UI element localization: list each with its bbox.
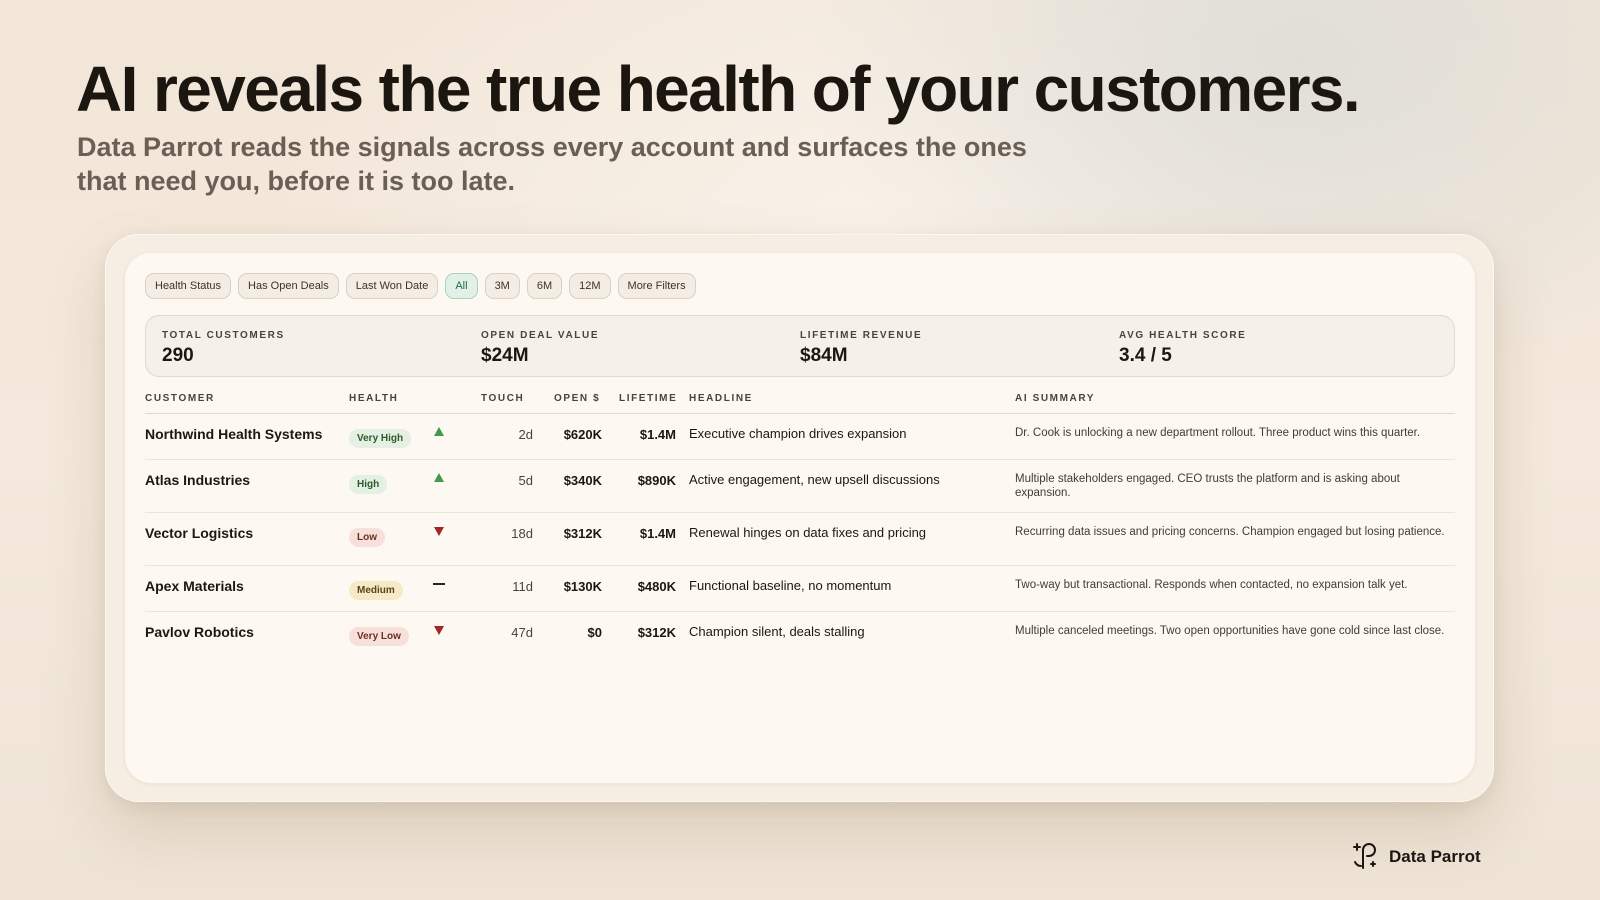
headline: Active engagement, new upsell discussion… — [689, 472, 940, 487]
column-header-touch[interactable]: TOUCH — [481, 393, 524, 404]
trend-down-icon — [432, 524, 446, 538]
filter-range-12m[interactable]: 12M — [569, 273, 611, 299]
brand-logo[interactable]: Data Parrot — [1351, 838, 1481, 875]
last-touch: 18d — [511, 526, 533, 541]
ai-summary: Multiple canceled meetings. Two open opp… — [1015, 625, 1445, 637]
filter-last-won-date[interactable]: Last Won Date — [345, 273, 439, 299]
trend-down-icon — [432, 623, 446, 637]
filter-bar: Health Status Has Open Deals Last Won Da… — [145, 273, 696, 299]
parrot-logo-icon — [1351, 838, 1381, 875]
column-header-headline[interactable]: HEADLINE — [689, 393, 753, 404]
stat-open-deal-value: OPEN DEAL VALUE $24M — [481, 330, 599, 367]
brand-name: Data Parrot — [1389, 846, 1481, 866]
ai-summary: Two-way but transactional. Responds when… — [1015, 579, 1408, 591]
open-deal-value: $0 — [587, 625, 602, 640]
filter-more-filters[interactable]: More Filters — [617, 273, 696, 299]
stat-avg-health-score: AVG HEALTH SCORE 3.4 / 5 — [1119, 330, 1246, 367]
stats-summary: TOTAL CUSTOMERS 290 OPEN DEAL VALUE $24M… — [145, 315, 1455, 377]
health-badge: High — [349, 475, 388, 494]
customer-name[interactable]: Northwind Health Systems — [145, 426, 322, 442]
stat-label: OPEN DEAL VALUE — [481, 330, 600, 341]
hero-subtitle: Data Parrot reads the signals across eve… — [77, 132, 1027, 196]
health-badge: Medium — [349, 581, 403, 600]
column-header-ai-summary[interactable]: AI SUMMARY — [1015, 393, 1095, 404]
open-deal-value: $312K — [563, 526, 602, 541]
customer-name[interactable]: Pavlov Robotics — [145, 624, 254, 640]
stat-label: TOTAL CUSTOMERS — [162, 330, 285, 341]
table-row[interactable]: Pavlov Robotics Very Low 47d $0 $312K Ch… — [145, 612, 1455, 665]
hero-title: AI reveals the true health of your custo… — [76, 53, 1361, 125]
stat-value: 290 — [162, 345, 194, 366]
open-deal-value: $340K — [563, 473, 602, 488]
column-header-customer[interactable]: CUSTOMER — [145, 393, 215, 404]
filter-health-status[interactable]: Health Status — [145, 273, 232, 299]
headline: Executive champion drives expansion — [689, 426, 907, 441]
stat-value: $24M — [481, 345, 529, 366]
customer-name[interactable]: Apex Materials — [145, 578, 244, 594]
stat-value: $84M — [800, 345, 848, 366]
lifetime-revenue: $1.4M — [639, 427, 676, 442]
trend-up-icon — [432, 425, 446, 439]
lifetime-revenue: $312K — [637, 625, 676, 640]
last-touch: 47d — [511, 625, 533, 640]
trend-up-icon — [432, 471, 446, 485]
ai-summary: Dr. Cook is unlocking a new department r… — [1015, 427, 1421, 439]
table-header: CUSTOMER HEALTH TOUCH OPEN $ LIFETIME HE… — [145, 392, 1455, 414]
stat-label: AVG HEALTH SCORE — [1119, 330, 1247, 341]
open-deal-value: $620K — [563, 427, 602, 442]
lifetime-revenue: $480K — [637, 579, 676, 594]
headline: Functional baseline, no momentum — [689, 578, 892, 593]
ai-summary: Multiple stakeholders engaged. CEO trust… — [1015, 473, 1400, 499]
customer-name[interactable]: Vector Logistics — [145, 525, 253, 541]
ai-summary: Recurring data issues and pricing concer… — [1015, 526, 1445, 538]
filter-range-3m[interactable]: 3M — [484, 273, 520, 299]
table-row[interactable]: Apex Materials Medium 11d $130K $480K Fu… — [145, 566, 1455, 612]
table-row[interactable]: Northwind Health Systems Very High 2d $6… — [145, 414, 1455, 460]
headline: Champion silent, deals stalling — [689, 624, 865, 639]
stat-label: LIFETIME REVENUE — [800, 330, 923, 341]
open-deal-value: $130K — [563, 579, 602, 594]
lifetime-revenue: $890K — [637, 473, 676, 488]
lifetime-revenue: $1.4M — [639, 526, 676, 541]
last-touch: 2d — [518, 427, 533, 442]
column-header-lifetime[interactable]: LIFETIME — [619, 393, 677, 404]
filter-range-all[interactable]: All — [445, 273, 478, 299]
column-header-health[interactable]: HEALTH — [349, 393, 398, 404]
filter-has-open-deals[interactable]: Has Open Deals — [238, 273, 339, 299]
health-badge: Low — [349, 528, 385, 547]
health-badge: Very High — [349, 429, 412, 448]
trend-flat-icon — [432, 577, 446, 591]
customer-name[interactable]: Atlas Industries — [145, 472, 250, 488]
headline: Renewal hinges on data fixes and pricing — [689, 525, 927, 540]
stat-total-customers: TOTAL CUSTOMERS 290 — [162, 330, 285, 367]
table-row[interactable]: Vector Logistics Low 18d $312K $1.4M Ren… — [145, 513, 1455, 566]
table-row[interactable]: Atlas Industries High 5d $340K $890K Act… — [145, 460, 1455, 513]
stat-value: 3.4 / 5 — [1119, 345, 1172, 366]
last-touch: 11d — [512, 579, 533, 594]
filter-range-6m[interactable]: 6M — [526, 273, 563, 299]
last-touch: 5d — [518, 473, 533, 488]
column-header-open[interactable]: OPEN $ — [554, 393, 600, 404]
health-badge: Very Low — [349, 627, 409, 646]
stat-lifetime-revenue: LIFETIME REVENUE $84M — [800, 330, 922, 367]
